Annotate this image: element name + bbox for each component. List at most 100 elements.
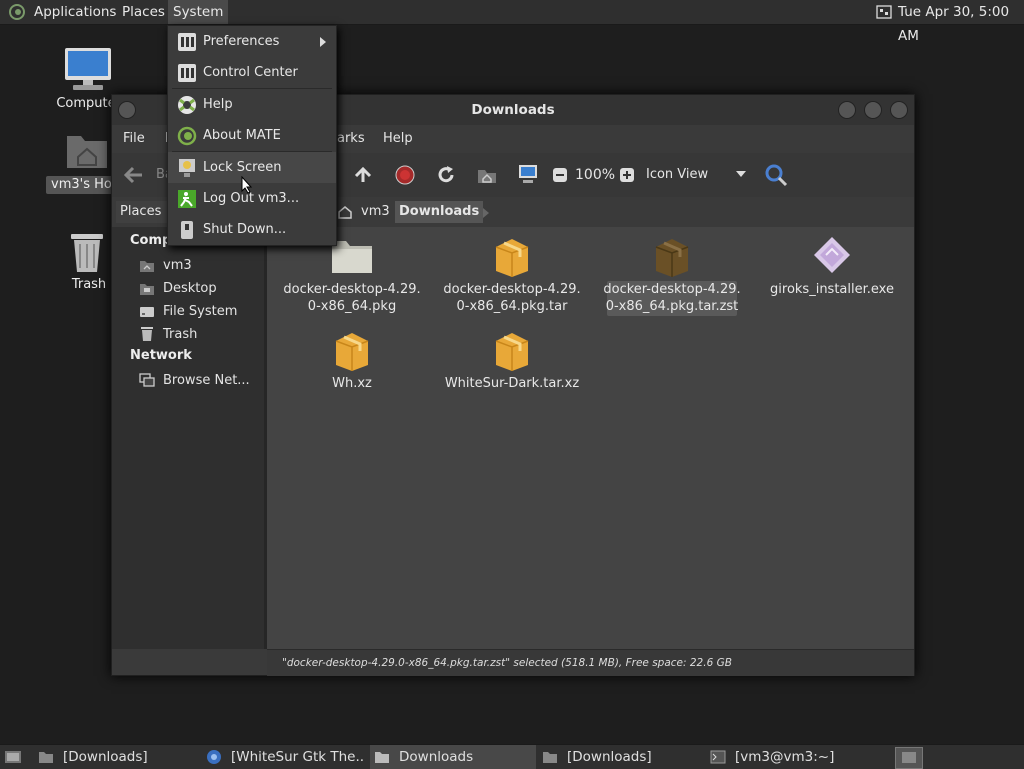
executable-icon — [814, 237, 850, 273]
logout-icon — [178, 190, 196, 208]
package-icon — [495, 239, 529, 277]
desktop-icon-label: Compute — [56, 96, 116, 111]
desktop-icon-label: vm3's Hor — [46, 176, 118, 194]
file-item[interactable]: docker-desktop-4.29. 0-x86_64.pkg — [277, 235, 427, 320]
menu-item-label: Shut Down... — [203, 222, 287, 237]
file-item[interactable]: giroks_installer.exe — [757, 235, 907, 320]
file-item[interactable]: WhiteSur-Dark.tar.xz — [437, 329, 587, 397]
computer-icon — [65, 48, 111, 90]
file-label-line1: docker-desktop-4.29. — [603, 282, 741, 297]
desktop-icon-home[interactable]: vm3's Hor — [46, 128, 118, 196]
bottom-panel: [Downloads] [WhiteSur Gtk The... Downloa… — [0, 744, 1024, 769]
package-icon — [495, 333, 529, 371]
minimize-button[interactable] — [838, 101, 856, 119]
folder-icon — [375, 752, 389, 763]
file-label-line1: docker-desktop-4.29. — [443, 282, 581, 297]
file-item[interactable]: Wh.xz — [277, 329, 427, 397]
stop-icon[interactable] — [394, 164, 416, 186]
mate-logo-icon[interactable] — [9, 4, 25, 20]
path-forward-arrow-icon[interactable] — [482, 208, 490, 218]
preferences-icon — [178, 33, 196, 51]
sidebar-item-label: Trash — [163, 327, 198, 342]
workspace-icon — [902, 752, 916, 763]
view-mode-select[interactable]: Icon View — [642, 163, 752, 187]
show-desktop-icon[interactable] — [4, 749, 22, 765]
taskbar-label: [WhiteSur Gtk The... — [231, 749, 364, 765]
browser-icon — [207, 750, 221, 764]
menu-item-label: Control Center — [203, 65, 298, 80]
menu-applications[interactable]: Applications — [34, 0, 116, 24]
menu-places[interactable]: Places — [122, 0, 165, 24]
menu-item-shut-down[interactable]: Shut Down... — [168, 214, 336, 245]
taskbar-button[interactable]: [WhiteSur Gtk The... — [206, 745, 364, 769]
taskbar-button-active[interactable]: Downloads — [370, 745, 536, 769]
file-item[interactable]: docker-desktop-4.29. 0-x86_64.pkg.tar — [437, 235, 587, 320]
file-label-line2: 0-x86_64.pkg — [307, 299, 397, 314]
sidebar-item-vm3[interactable]: vm3 — [139, 256, 264, 276]
clock[interactable]: Tue Apr 30, 5:00 AM — [898, 0, 1024, 44]
view-mode-label: Icon View — [646, 167, 709, 182]
menu-item-help[interactable]: Help — [168, 89, 336, 120]
file-label-line1: Wh.xz — [332, 376, 372, 391]
menu-help[interactable]: Help — [383, 125, 413, 153]
clock-applet-icon[interactable] — [876, 4, 892, 20]
menu-system[interactable]: System — [168, 0, 229, 24]
close-button[interactable] — [890, 101, 908, 119]
maximize-button[interactable] — [864, 101, 882, 119]
file-label-line2: 0-x86_64.pkg.tar — [456, 299, 568, 314]
home-folder-icon — [140, 261, 154, 272]
package-icon — [335, 333, 369, 371]
file-view[interactable]: docker-desktop-4.29. 0-x86_64.pkg docker… — [267, 227, 914, 649]
sidebar-item-label: File System — [163, 304, 238, 319]
sidebar-item-desktop[interactable]: Desktop — [139, 279, 264, 299]
menu-bookmarks[interactable]: arks — [337, 125, 365, 153]
menu-item-label: Preferences — [203, 34, 280, 49]
mate-logo-icon — [177, 126, 197, 146]
menu-item-control-center[interactable]: Control Center — [168, 57, 336, 88]
menu-item-preferences[interactable]: Preferences — [168, 26, 336, 57]
folder-icon — [39, 752, 53, 763]
terminal-icon — [710, 750, 726, 764]
sidebar-heading-network: Network — [130, 348, 192, 363]
trash-icon — [71, 234, 103, 272]
taskbar-button[interactable]: [Downloads] — [542, 745, 702, 769]
zoom-out-icon[interactable] — [552, 167, 568, 183]
taskbar-button[interactable]: [Downloads] — [38, 745, 198, 769]
sidebar-item-browse-network[interactable]: Browse Net... — [139, 371, 264, 391]
places-selector[interactable]: Places — [116, 201, 170, 223]
taskbar-label: [Downloads] — [567, 749, 652, 765]
menu-item-label: Help — [203, 97, 233, 112]
chevron-down-icon — [736, 171, 746, 177]
reload-icon[interactable] — [435, 164, 457, 186]
file-label-line1: docker-desktop-4.29. — [283, 282, 421, 297]
trash-icon — [141, 327, 153, 341]
computer-toolbar-icon[interactable] — [517, 163, 539, 185]
package-icon — [655, 239, 689, 277]
menu-item-label: About MATE — [203, 128, 281, 143]
search-icon[interactable] — [764, 163, 788, 187]
menu-item-about-mate[interactable]: About MATE — [168, 120, 336, 151]
file-item-selected[interactable]: docker-desktop-4.29. 0-x86_64.pkg.tar.zs… — [597, 235, 747, 320]
sidebar-item-file-system[interactable]: File System — [139, 302, 264, 322]
taskbar-button[interactable]: [vm3@vm3:~] — [710, 745, 870, 769]
system-menu: Preferences Control Center Help About MA… — [167, 25, 337, 246]
mouse-cursor-icon — [241, 176, 253, 194]
home-icon[interactable] — [476, 164, 498, 186]
up-arrow-icon[interactable] — [353, 165, 373, 185]
shutdown-icon — [181, 221, 193, 239]
path-button-downloads[interactable]: Downloads — [395, 201, 484, 223]
zoom-in-icon[interactable] — [619, 167, 635, 183]
top-panel: Applications Places System Tue Apr 30, 5… — [0, 0, 1024, 44]
menu-file[interactable]: File — [123, 125, 145, 153]
sidebar-item-trash[interactable]: Trash — [139, 325, 264, 345]
control-center-icon — [178, 64, 196, 82]
sidebar-item-label: Browse Net... — [163, 373, 250, 388]
zoom-level[interactable]: 100% — [575, 163, 615, 187]
network-icon — [139, 373, 155, 387]
home-folder-icon — [67, 136, 107, 168]
file-label-line2: 0-x86_64.pkg.tar.zst — [605, 299, 739, 314]
path-button-vm3[interactable]: vm3 — [361, 201, 390, 223]
desktop-folder-icon — [140, 284, 154, 295]
taskbar-label: [Downloads] — [63, 749, 148, 765]
workspace-switcher[interactable] — [895, 747, 923, 769]
